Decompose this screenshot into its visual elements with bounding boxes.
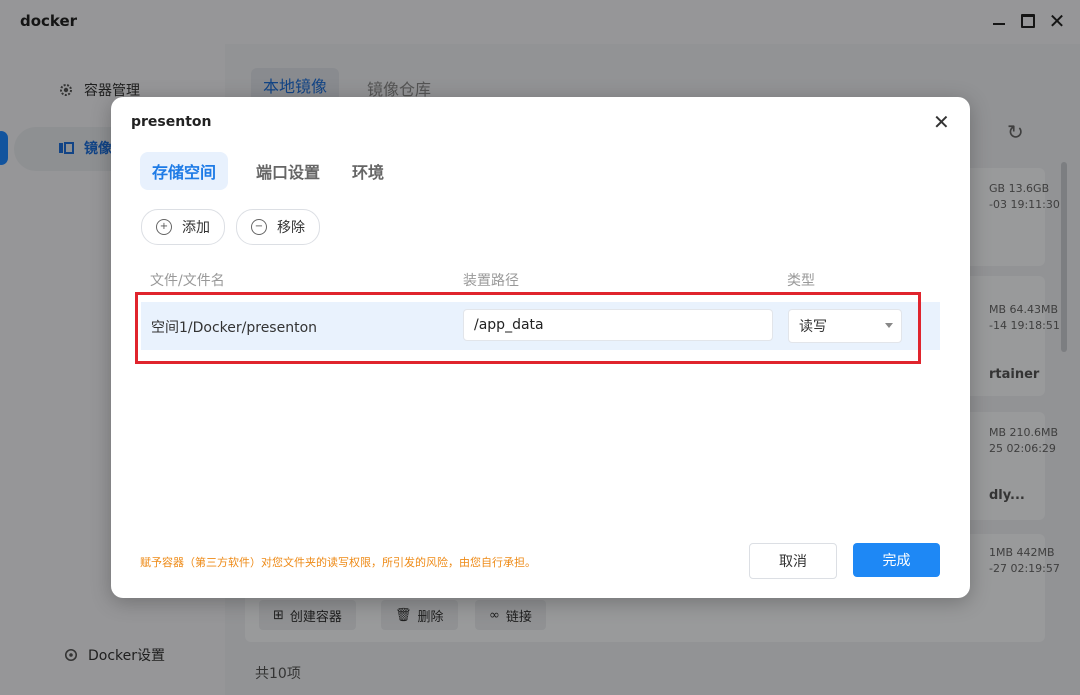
plus-circle-icon: +	[156, 219, 172, 235]
tab-environment[interactable]: 环境	[352, 152, 384, 190]
remove-button[interactable]: − 移除	[236, 209, 320, 245]
add-button[interactable]: + 添加	[141, 209, 225, 245]
tab-storage[interactable]: 存储空间	[140, 152, 229, 190]
column-header-mount: 装置路径	[463, 273, 519, 289]
button-label: 添加	[182, 220, 210, 236]
minus-circle-icon: −	[251, 219, 267, 235]
column-header-type: 类型	[787, 273, 815, 289]
highlight-annotation	[135, 292, 921, 364]
column-header-file: 文件/文件名	[150, 273, 225, 289]
tab-port-settings[interactable]: 端口设置	[256, 152, 320, 190]
cancel-button[interactable]: 取消	[749, 543, 837, 579]
storage-dialog: presenton ✕ 存储空间 端口设置 环境 + 添加 − 移除 文件/文件…	[111, 97, 970, 598]
close-icon[interactable]: ✕	[933, 111, 950, 133]
dialog-title: presenton	[131, 114, 212, 130]
button-label: 移除	[277, 220, 305, 236]
warning-text: 赋予容器（第三方软件）对您文件夹的读写权限，所引发的风险，由您自行承担。	[140, 556, 536, 569]
done-button[interactable]: 完成	[853, 543, 940, 577]
